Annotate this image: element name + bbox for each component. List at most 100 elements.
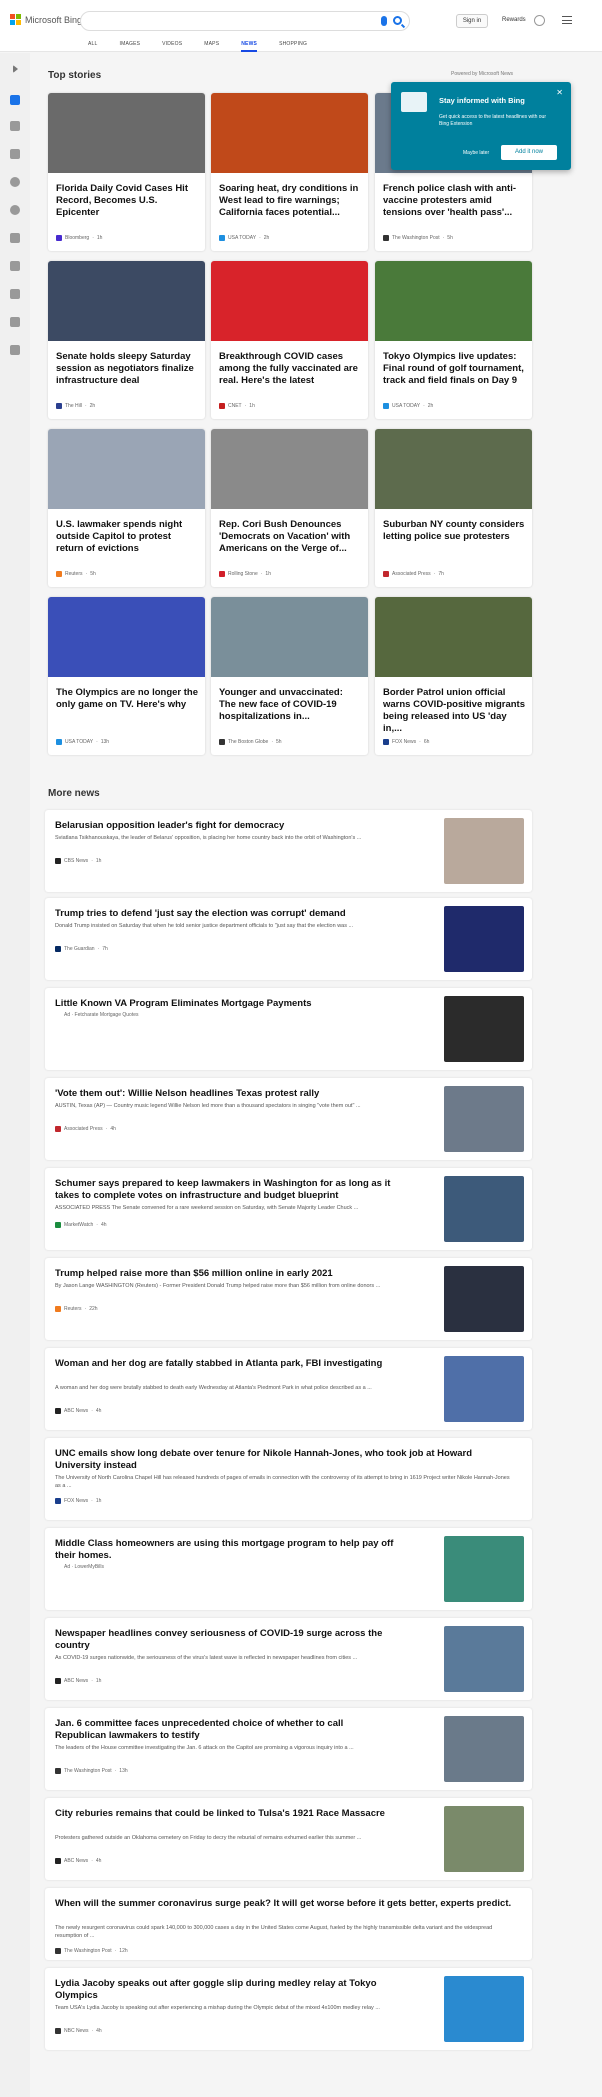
news-thumbnail[interactable] [444,1806,524,1872]
home-icon[interactable] [10,95,20,105]
story-card[interactable]: The Olympics are no longer the only game… [48,597,205,755]
story-title[interactable]: Border Patrol union official warns COVID… [383,687,525,735]
news-item[interactable]: Trump helped raise more than $56 million… [45,1258,532,1340]
story-image[interactable] [48,93,205,173]
news-thumbnail[interactable] [444,906,524,972]
news-title[interactable]: Lydia Jacoby speaks out after goggle sli… [55,1978,395,2002]
news-title[interactable]: Middle Class homeowners are using this m… [55,1538,395,1562]
news-title[interactable]: 'Vote them out': Willie Nelson headlines… [55,1088,395,1100]
building-icon[interactable] [10,317,20,327]
news-item[interactable]: Woman and her dog are fatally stabbed in… [45,1348,532,1430]
rewards-label[interactable]: Rewards [502,17,526,23]
hamburger-menu-icon[interactable] [562,16,572,24]
news-item[interactable]: Schumer says prepared to keep lawmakers … [45,1168,532,1250]
news-item[interactable]: 'Vote them out': Willie Nelson headlines… [45,1078,532,1160]
news-item[interactable]: Little Known VA Program Eliminates Mortg… [45,988,532,1070]
news-item[interactable]: Lydia Jacoby speaks out after goggle sli… [45,1968,532,2050]
story-image[interactable] [375,261,532,341]
story-title[interactable]: Tokyo Olympics live updates: Final round… [383,351,525,387]
rocket-icon[interactable] [10,261,20,271]
story-image[interactable] [211,429,368,509]
news-item[interactable]: Trump tries to defend 'just say the elec… [45,898,532,980]
news-thumbnail[interactable] [444,1716,524,1782]
story-card[interactable]: Soaring heat, dry conditions in West lea… [211,93,368,251]
news-title[interactable]: Schumer says prepared to keep lawmakers … [55,1178,395,1202]
news-title[interactable]: Trump tries to defend 'just say the elec… [55,908,395,920]
microphone-icon[interactable] [381,16,387,26]
story-image[interactable] [211,93,368,173]
news-thumbnail[interactable] [444,996,524,1062]
rewards-trophy-icon[interactable] [534,15,545,26]
news-title[interactable]: Little Known VA Program Eliminates Mortg… [55,998,395,1010]
story-image[interactable] [211,597,368,677]
news-item[interactable]: When will the summer coronavirus surge p… [45,1888,532,1960]
story-image[interactable] [48,597,205,677]
news-item[interactable]: Middle Class homeowners are using this m… [45,1528,532,1610]
search-icon[interactable] [393,16,402,25]
story-card[interactable]: Breakthrough COVID cases among the fully… [211,261,368,419]
story-title[interactable]: Suburban NY county considers letting pol… [383,519,525,543]
location-pin-icon[interactable] [10,177,20,187]
news-title[interactable]: Trump helped raise more than $56 million… [55,1268,395,1280]
news-thumbnail[interactable] [444,1536,524,1602]
news-title[interactable]: Jan. 6 committee faces unprecedented cho… [55,1718,395,1742]
story-title[interactable]: The Olympics are no longer the only game… [56,687,198,711]
news-thumbnail[interactable] [444,1086,524,1152]
tab-shopping[interactable]: SHOPPING [279,41,307,52]
card-icon[interactable] [10,345,20,355]
flag-icon[interactable] [10,149,20,159]
story-title[interactable]: Breakthrough COVID cases among the fully… [219,351,361,387]
story-image[interactable] [375,597,532,677]
news-title[interactable]: When will the summer coronavirus surge p… [55,1898,515,1910]
news-title[interactable]: City reburies remains that could be link… [55,1808,395,1820]
microscope-icon[interactable] [10,233,20,243]
maybe-later-button[interactable]: Maybe later [463,150,489,156]
story-title[interactable]: Younger and unvaccinated: The new face o… [219,687,361,723]
bing-logo[interactable]: Microsoft Bing [10,14,82,25]
search-input[interactable] [80,11,410,31]
story-title[interactable]: U.S. lawmaker spends night outside Capit… [56,519,198,555]
globe-icon[interactable] [10,205,20,215]
story-card[interactable]: U.S. lawmaker spends night outside Capit… [48,429,205,587]
news-title[interactable]: Woman and her dog are fatally stabbed in… [55,1358,395,1370]
story-card[interactable]: Florida Daily Covid Cases Hit Record, Be… [48,93,205,251]
story-card[interactable]: Border Patrol union official warns COVID… [375,597,532,755]
tab-images[interactable]: IMAGES [120,41,141,52]
news-item[interactable]: UNC emails show long debate over tenure … [45,1438,532,1520]
news-title[interactable]: Newspaper headlines convey seriousness o… [55,1628,395,1652]
video-icon[interactable] [10,289,20,299]
news-thumbnail[interactable] [444,1626,524,1692]
news-thumbnail[interactable] [444,818,524,884]
news-item[interactable]: Jan. 6 committee faces unprecedented cho… [45,1708,532,1790]
tab-news[interactable]: NEWS [241,41,258,52]
story-card[interactable]: Rep. Cori Bush Denounces 'Democrats on V… [211,429,368,587]
story-image[interactable] [48,261,205,341]
story-image[interactable] [48,429,205,509]
sign-in-button[interactable]: Sign in [456,14,488,28]
expand-arrow-icon[interactable] [13,65,18,73]
story-card[interactable]: Younger and unvaccinated: The new face o… [211,597,368,755]
story-card[interactable]: Senate holds sleepy Saturday session as … [48,261,205,419]
add-it-now-button[interactable]: Add it now [501,145,557,160]
story-title[interactable]: French police clash with anti-vaccine pr… [383,183,525,219]
story-title[interactable]: Soaring heat, dry conditions in West lea… [219,183,361,219]
expand-icon[interactable] [10,121,20,131]
news-thumbnail[interactable] [444,1976,524,2042]
tab-maps[interactable]: MAPS [204,41,219,52]
news-thumbnail[interactable] [444,1356,524,1422]
story-title[interactable]: Senate holds sleepy Saturday session as … [56,351,198,387]
story-title[interactable]: Rep. Cori Bush Denounces 'Democrats on V… [219,519,361,555]
news-item[interactable]: Belarusian opposition leader's fight for… [45,810,532,892]
news-title[interactable]: UNC emails show long debate over tenure … [55,1448,515,1472]
news-thumbnail[interactable] [444,1266,524,1332]
news-thumbnail[interactable] [444,1176,524,1242]
story-card[interactable]: Suburban NY county considers letting pol… [375,429,532,587]
news-item[interactable]: Newspaper headlines convey seriousness o… [45,1618,532,1700]
tab-all[interactable]: ALL [88,41,98,52]
story-image[interactable] [375,429,532,509]
tab-videos[interactable]: VIDEOS [162,41,182,52]
news-title[interactable]: Belarusian opposition leader's fight for… [55,820,395,832]
story-title[interactable]: Florida Daily Covid Cases Hit Record, Be… [56,183,198,219]
close-icon[interactable]: ✕ [556,88,563,97]
story-card[interactable]: Tokyo Olympics live updates: Final round… [375,261,532,419]
